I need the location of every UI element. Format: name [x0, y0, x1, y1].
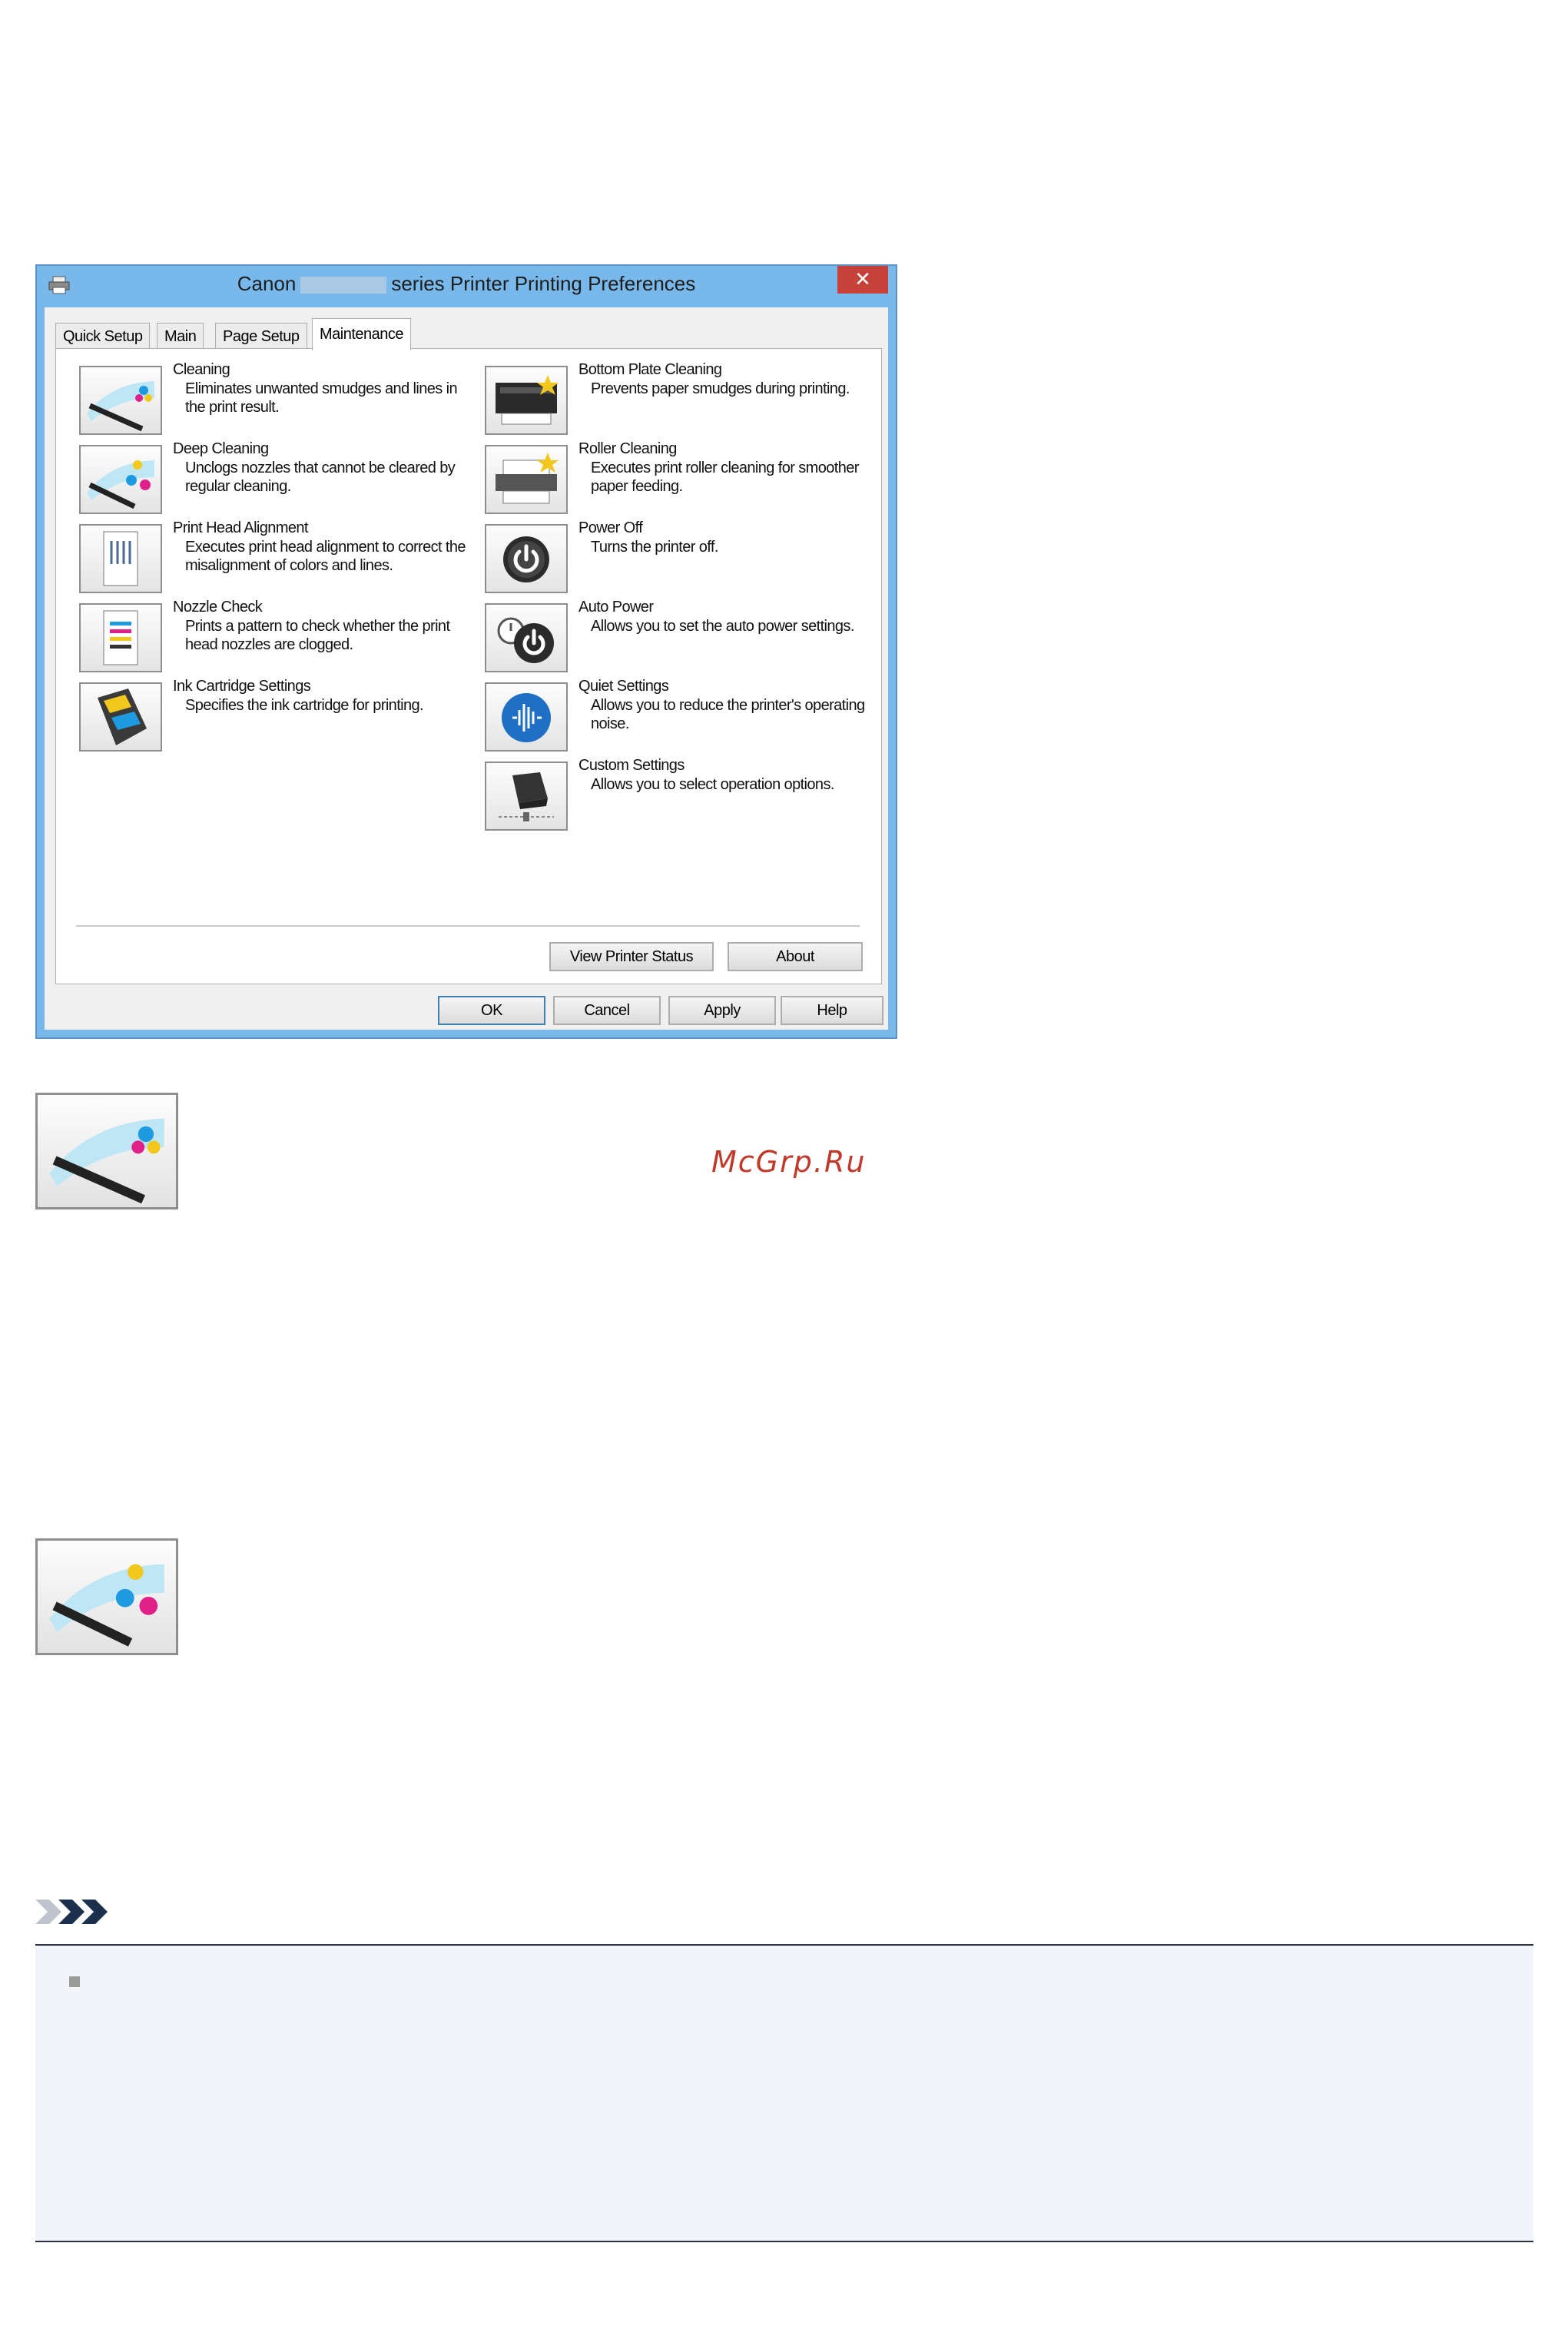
- item-name: Custom Settings: [578, 757, 685, 774]
- item-description: Prevents paper smudges during printing.: [591, 380, 850, 397]
- item-description: Specifies the ink cartridge for printing…: [185, 697, 424, 714]
- bottom-plate-cleaning-icon: [496, 375, 559, 425]
- title-bar[interactable]: Canon series Printer Printing Preferences…: [37, 266, 896, 304]
- maintenance-panel: Cleaning Eliminates unwanted smudges and…: [55, 348, 882, 984]
- note-box: [35, 1944, 1533, 2242]
- item-name: Quiet Settings: [578, 678, 669, 695]
- tab-page-setup[interactable]: Page Setup: [215, 323, 307, 349]
- tab-quick-setup[interactable]: Quick Setup: [55, 323, 151, 349]
- item-description: Turns the printer off.: [591, 539, 718, 556]
- title-prefix: Canon: [237, 272, 297, 295]
- item-description: Executes print roller cleaning for smoot…: [591, 460, 859, 495]
- print-head-alignment-icon: [103, 531, 138, 586]
- close-button[interactable]: ✕: [837, 266, 888, 294]
- title-suffix: series Printer Printing Preferences: [391, 272, 696, 295]
- print-head-alignment-button[interactable]: [79, 524, 162, 593]
- note-icon: [35, 1900, 108, 1924]
- deep-cleaning-icon: [49, 1564, 164, 1647]
- about-button[interactable]: About: [728, 942, 863, 971]
- quiet-settings-icon: [502, 693, 551, 742]
- tab-main[interactable]: Main: [157, 323, 204, 349]
- printing-preferences-window: Canon series Printer Printing Preferences…: [35, 264, 897, 1039]
- item-name: Power Off: [578, 519, 643, 536]
- cleaning-icon: [87, 381, 154, 432]
- view-printer-status-button[interactable]: View Printer Status: [549, 942, 714, 971]
- item-name: Nozzle Check: [173, 599, 263, 616]
- dialog-client-area: Quick Setup Main Page Setup Maintenance …: [45, 307, 888, 1030]
- cleaning-button[interactable]: [79, 366, 162, 435]
- item-name: Auto Power: [578, 599, 654, 616]
- cancel-button[interactable]: Cancel: [553, 996, 661, 1025]
- bottom-plate-cleaning-button[interactable]: [485, 366, 568, 435]
- deep-cleaning-icon: [87, 460, 154, 509]
- auto-power-icon: [497, 617, 554, 663]
- window-title: Canon series Printer Printing Preferences: [37, 272, 896, 296]
- item-description: Allows you to select operation options.: [591, 776, 834, 793]
- item-description: Executes print head alignment to correct…: [185, 539, 466, 574]
- nozzle-check-icon: [103, 610, 138, 665]
- bullet-icon: [69, 1976, 80, 1987]
- watermark-text: McGrp.Ru: [711, 1145, 867, 1179]
- deep-cleaning-button[interactable]: [79, 445, 162, 514]
- item-name: Deep Cleaning: [173, 440, 269, 457]
- nozzle-check-button[interactable]: [79, 603, 162, 672]
- custom-settings-icon: [499, 772, 554, 821]
- masked-model-name: [300, 277, 387, 294]
- item-description: Allows you to set the auto power setting…: [591, 618, 854, 635]
- ok-button[interactable]: OK: [438, 996, 545, 1025]
- quiet-settings-button[interactable]: [485, 682, 568, 752]
- cleaning-icon-large: [35, 1093, 178, 1209]
- custom-settings-button[interactable]: [485, 762, 568, 831]
- item-name: Ink Cartridge Settings: [173, 678, 311, 695]
- close-icon: ✕: [854, 267, 871, 290]
- roller-cleaning-button[interactable]: [485, 445, 568, 514]
- item-description: Allows you to reduce the printer's opera…: [591, 697, 865, 732]
- deep-cleaning-icon-large: [35, 1538, 178, 1655]
- item-description: Unclogs nozzles that cannot be cleared b…: [185, 460, 456, 495]
- auto-power-button[interactable]: [485, 603, 568, 672]
- power-off-button[interactable]: [485, 524, 568, 593]
- item-description: Prints a pattern to check whether the pr…: [185, 618, 450, 653]
- item-name: Bottom Plate Cleaning: [578, 361, 722, 378]
- panel-separator: [76, 925, 860, 927]
- tab-maintenance[interactable]: Maintenance: [312, 318, 412, 350]
- cleaning-icon: [49, 1118, 164, 1204]
- item-name: Cleaning: [173, 361, 230, 378]
- item-name: Print Head Alignment: [173, 519, 308, 536]
- help-button[interactable]: Help: [781, 996, 883, 1025]
- item-name: Roller Cleaning: [578, 440, 677, 457]
- ink-cartridge-settings-button[interactable]: [79, 682, 162, 752]
- item-description: Eliminates unwanted smudges and lines in…: [185, 380, 458, 416]
- power-off-icon: [503, 536, 549, 582]
- ink-cartridge-icon: [98, 689, 147, 745]
- apply-button[interactable]: Apply: [668, 996, 776, 1025]
- roller-cleaning-icon: [496, 453, 559, 504]
